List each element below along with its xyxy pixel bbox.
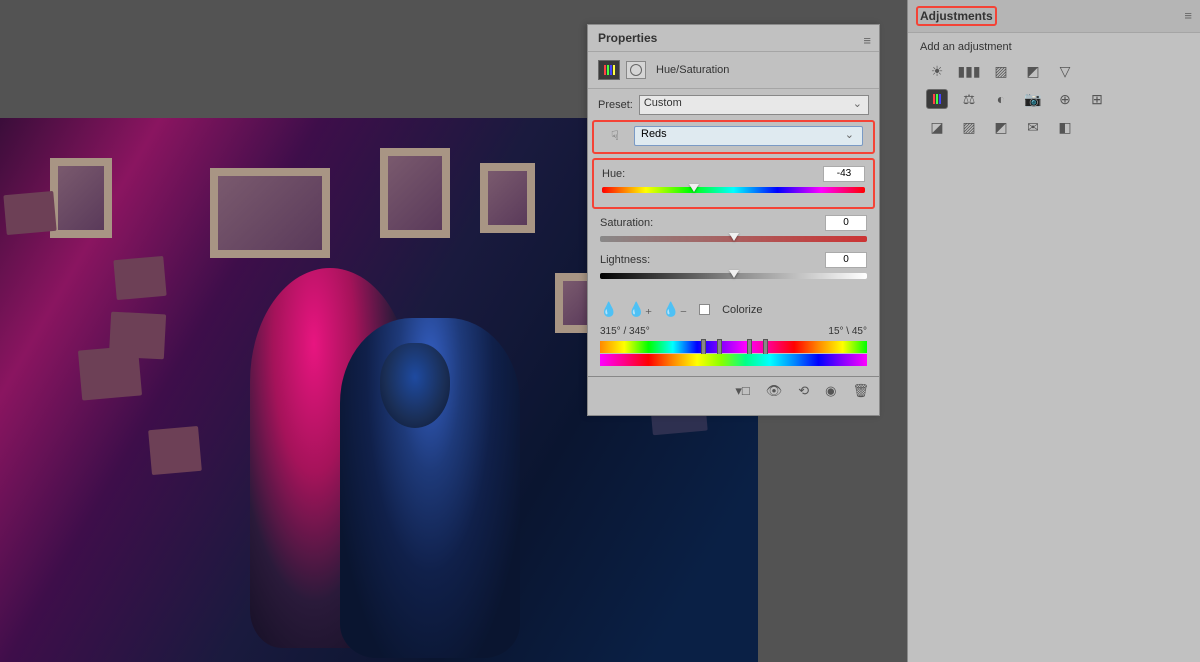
lightness-thumb[interactable] — [729, 270, 739, 278]
eyedropper-minus-icon[interactable]: 💧₋ — [662, 301, 687, 318]
properties-panel: ‹‹ × Properties ≡ Hue/Saturation Preset:… — [587, 24, 880, 416]
properties-title: Properties ≡ — [588, 25, 879, 52]
gradient-map-icon[interactable]: ✉ — [1022, 117, 1044, 137]
saturation-label: Saturation: — [600, 217, 653, 229]
preset-select[interactable]: Custom — [639, 95, 869, 115]
curves-icon[interactable]: ▨ — [990, 61, 1012, 81]
hue-slider[interactable] — [602, 187, 865, 193]
eyedropper-icon[interactable]: 💧 — [600, 301, 617, 318]
saturation-thumb[interactable] — [729, 233, 739, 241]
hue-slider-highlight: Hue: -43 — [592, 158, 875, 209]
hue-saturation-icon[interactable] — [598, 60, 620, 80]
mask-icon[interactable] — [626, 61, 646, 79]
threshold-icon[interactable]: ◩ — [990, 117, 1012, 137]
saturation-value-input[interactable]: 0 — [825, 215, 867, 231]
adjustment-type-row: Hue/Saturation — [588, 52, 879, 89]
color-lookup-icon[interactable]: ⊞ — [1086, 89, 1108, 109]
saturation-slider[interactable] — [600, 236, 867, 242]
selective-color-icon[interactable]: ◧ — [1054, 117, 1076, 137]
adjustments-hint: Add an adjustment — [908, 33, 1200, 59]
vibrance-icon[interactable]: ▽ — [1054, 61, 1076, 81]
target-adjust-icon[interactable]: ☟ — [604, 126, 626, 146]
exposure-icon[interactable]: ◩ — [1022, 61, 1044, 81]
lightness-slider[interactable] — [600, 273, 867, 279]
posterize-icon[interactable]: ▨ — [958, 117, 980, 137]
panel-menu-icon[interactable]: ≡ — [1184, 8, 1192, 23]
clip-to-layer-icon[interactable]: ▾□ — [735, 383, 749, 399]
color-balance-icon[interactable]: ⚖ — [958, 89, 980, 109]
eyedropper-plus-icon[interactable]: 💧₊ — [627, 301, 652, 318]
adjustments-title: Adjustments — [916, 6, 997, 26]
panel-menu-icon[interactable]: ≡ — [863, 33, 871, 48]
hue-thumb[interactable] — [689, 184, 699, 192]
range-left-label: 315° / 345° — [600, 326, 650, 337]
channel-mixer-icon[interactable]: ⊕ — [1054, 89, 1076, 109]
colorize-label: Colorize — [722, 304, 762, 316]
toggle-visibility-icon[interactable]: ◉ — [825, 383, 836, 399]
reset-icon[interactable]: ⟲ — [798, 383, 809, 399]
photo-filter-icon[interactable]: 📷 — [1022, 89, 1044, 109]
black-white-icon[interactable]: ◐ — [990, 89, 1012, 109]
spectrum-top[interactable] — [600, 341, 867, 353]
colorize-checkbox[interactable] — [699, 304, 710, 315]
levels-icon[interactable]: ▮▮▮ — [958, 61, 980, 81]
view-previous-icon[interactable]: 👁 — [766, 383, 783, 399]
hue-value-input[interactable]: -43 — [823, 166, 865, 182]
lightness-label: Lightness: — [600, 254, 650, 266]
hue-saturation-adj-icon[interactable] — [926, 89, 948, 109]
channel-select[interactable]: Reds — [634, 126, 863, 146]
lightness-value-input[interactable]: 0 — [825, 252, 867, 268]
brightness-icon[interactable]: ☀ — [926, 61, 948, 81]
range-right-label: 15° \ 45° — [828, 326, 867, 337]
right-sidebar: Adjustments ≡ Add an adjustment ☀ ▮▮▮ ▨ … — [907, 0, 1200, 662]
hue-label: Hue: — [602, 168, 625, 180]
preset-label: Preset: — [598, 99, 633, 111]
delete-icon[interactable]: 🗑 — [852, 383, 869, 399]
channel-row-highlight: ☟ Reds — [592, 120, 875, 154]
spectrum-bottom — [600, 354, 867, 366]
adjustment-type-label: Hue/Saturation — [656, 64, 729, 76]
invert-icon[interactable]: ◪ — [926, 117, 948, 137]
